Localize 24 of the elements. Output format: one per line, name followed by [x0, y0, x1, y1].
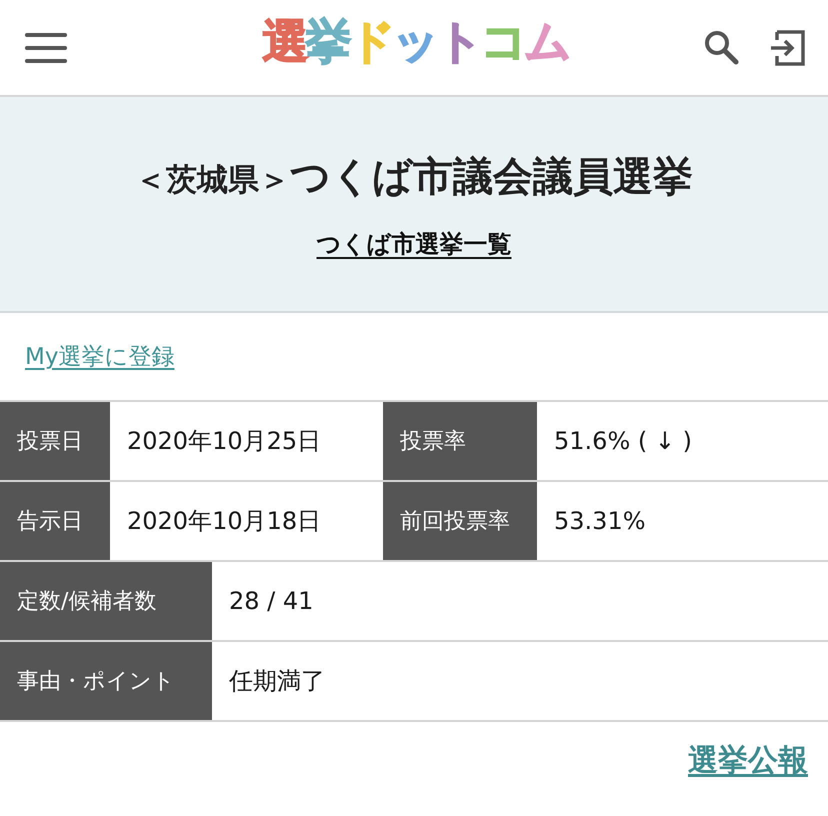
search-icon: [704, 30, 739, 65]
table-header-cell: 投票率: [383, 402, 537, 480]
site-logo[interactable]: 選挙 ドッ ト コム: [262, 18, 568, 64]
election-title: つくば市議会議員選挙: [290, 152, 693, 202]
register-link[interactable]: My選挙に登録: [25, 341, 174, 372]
table-cell-text: 2020年10月25日: [126, 426, 322, 457]
table-cell-text: 53.31%: [553, 506, 647, 537]
login-icon: [769, 30, 806, 66]
menu-button[interactable]: [25, 32, 67, 62]
login-button[interactable]: [769, 30, 806, 66]
table-cell-text: 2020年10月18日: [126, 506, 322, 537]
table-cell-text: 51.6% ( ↓ ): [553, 426, 693, 457]
table-header-cell: 事由・ポイント: [0, 642, 212, 720]
menu-icon: [25, 32, 67, 62]
bulletin-link[interactable]: 選挙公報: [688, 740, 808, 781]
prefecture-label: ＜茨城県＞: [135, 160, 290, 200]
city-elections-link[interactable]: つくば市選挙一覧: [316, 228, 512, 260]
table-header-cell: 定数/候補者数: [0, 562, 212, 640]
table-header-cell: 前回投票率: [383, 482, 537, 560]
table-header-cell: 告示日: [0, 482, 110, 560]
table-cell-text: 28 / 41: [228, 586, 314, 617]
search-button[interactable]: [704, 30, 739, 65]
table-header-cell: 投票日: [0, 402, 110, 480]
table-cell-text: 任期満了: [228, 666, 326, 697]
